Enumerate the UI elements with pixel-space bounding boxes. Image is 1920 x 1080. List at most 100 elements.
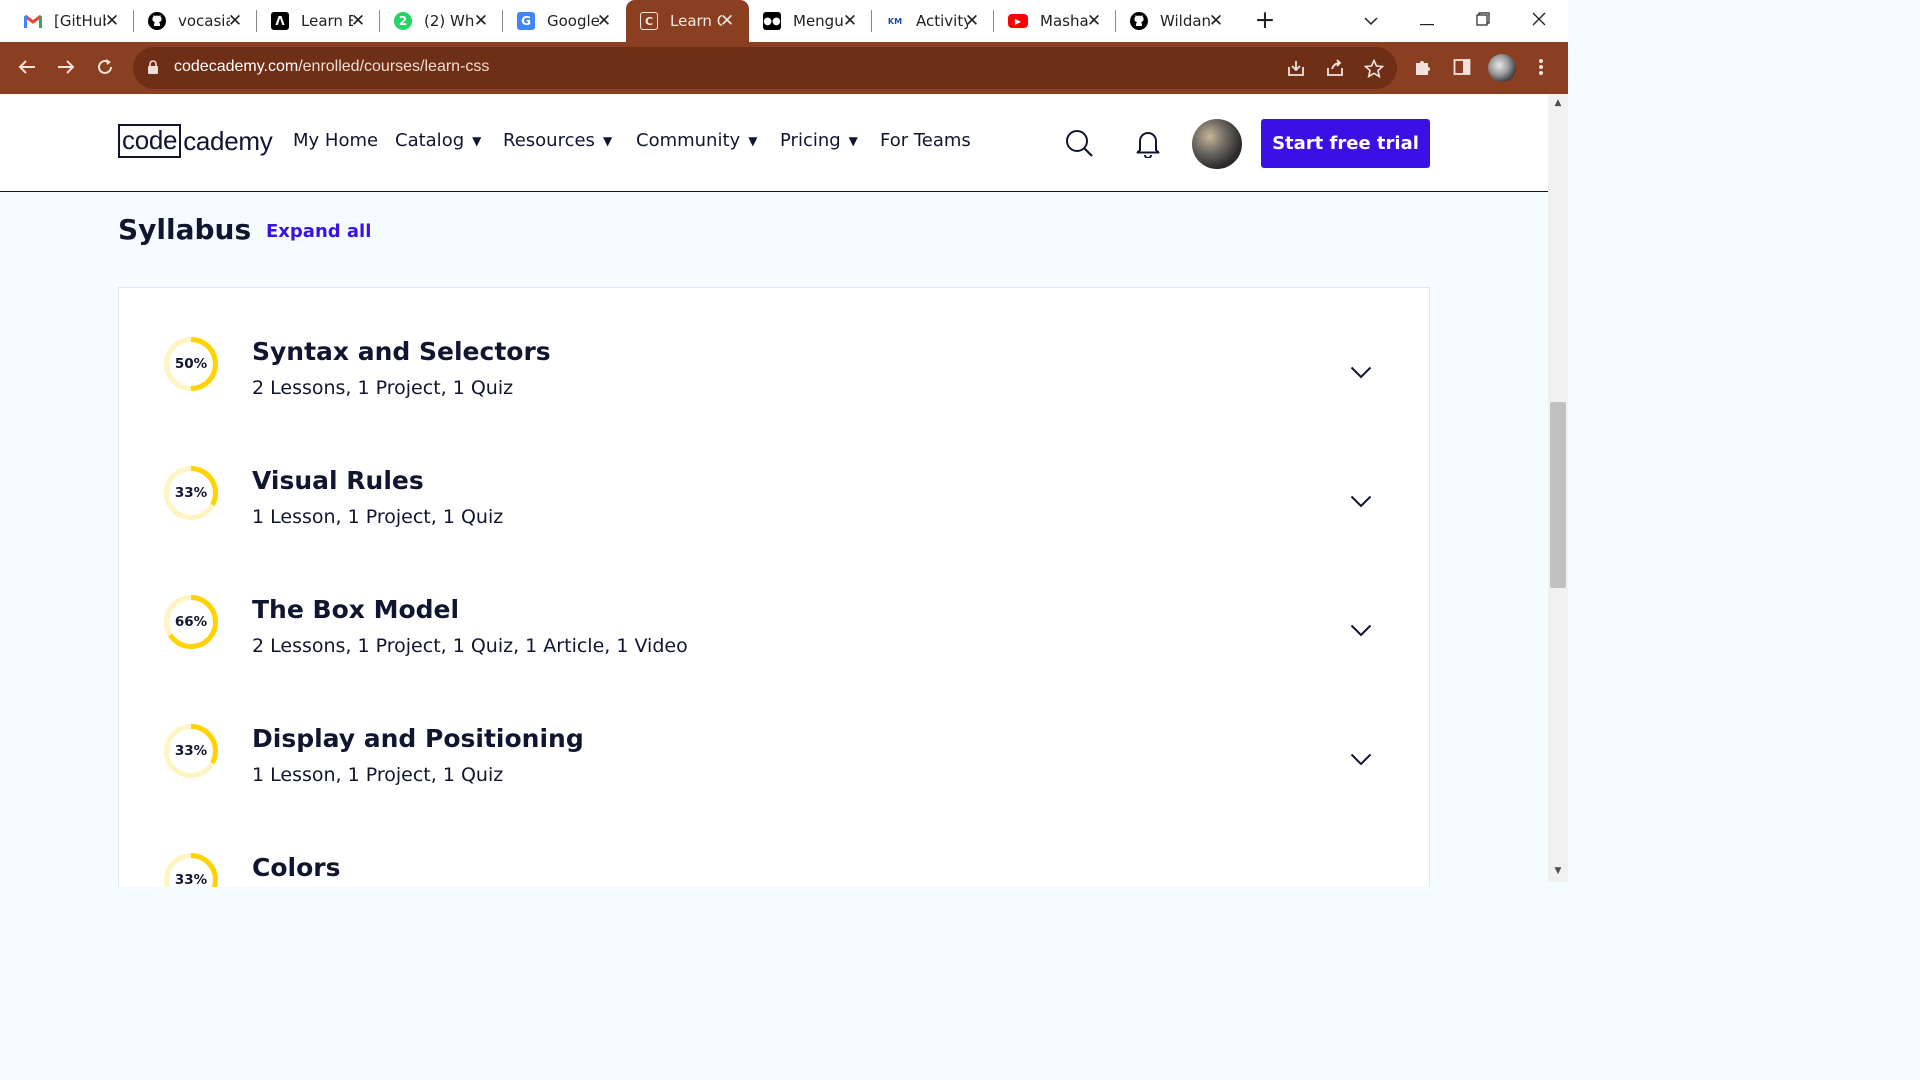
browser-tab-9[interactable]: Wildan ✕ [1116,0,1238,42]
codecademy-logo[interactable]: code cademy [118,124,273,158]
caret-down-icon: ▼ [472,134,482,148]
browser-tab-2[interactable]: Λ Learn E ✕ [257,0,380,42]
install-app-icon[interactable] [1285,57,1307,79]
google-translate-icon: G [517,12,535,30]
progress-label: 66% [174,614,208,630]
browser-tab-4[interactable]: G Google ✕ [503,0,626,42]
syllabus-module[interactable]: 33% Colors [119,844,1429,887]
close-icon[interactable]: ✕ [225,11,245,31]
nav-label: My Home [293,130,379,151]
close-icon[interactable]: ✕ [1206,11,1226,31]
tab-title: Mengu [793,12,844,30]
scroll-up-arrow-icon[interactable]: ▲ [1553,98,1563,108]
url-host: codecademy.com [174,58,299,75]
back-arrow-icon[interactable] [14,54,40,80]
profile-avatar-icon[interactable] [1488,54,1516,82]
browser-tab-8[interactable]: ▶ Masha ✕ [994,0,1116,42]
nav-label: Resources [503,130,595,151]
syllabus-module[interactable]: 50% Syntax and Selectors 2 Lessons, 1 Pr… [119,328,1429,438]
syllabus-card: 50% Syntax and Selectors 2 Lessons, 1 Pr… [118,287,1430,887]
chevron-down-icon[interactable] [1349,618,1373,642]
syllabus-module[interactable]: 33% Visual Rules 1 Lesson, 1 Project, 1 … [119,457,1429,567]
search-icon[interactable] [1064,128,1094,158]
forward-arrow-icon[interactable] [53,54,79,80]
nav-catalog[interactable]: Catalog ▼ [395,130,481,151]
module-title: Syntax and Selectors [252,337,551,366]
kampus-merdeka-icon: KM [887,16,903,26]
progress-ring: 50% [163,336,219,392]
gmail-icon [24,12,42,30]
expand-all-link[interactable]: Expand all [266,221,371,242]
tab-title: (2) Wh [424,12,475,30]
logo-code-box: code [118,124,182,158]
medium-icon: ●● [763,12,781,30]
url-text: codecademy.com/enrolled/courses/learn-cs… [174,58,489,76]
syllabus-module[interactable]: 66% The Box Model 2 Lessons, 1 Project, … [119,586,1429,696]
close-icon[interactable]: ✕ [840,11,860,31]
bookmark-star-icon[interactable] [1363,57,1385,79]
progress-label: 33% [174,743,208,759]
user-avatar[interactable] [1192,119,1242,169]
chevron-down-icon[interactable] [1349,489,1373,513]
whatsapp-icon: 2 [394,12,412,30]
nav-my-home[interactable]: My Home [293,130,378,151]
nav-label: Pricing [780,130,841,151]
nav-resources[interactable]: Resources ▼ [503,130,612,151]
module-summary: 2 Lessons, 1 Project, 1 Quiz, 1 Article,… [252,635,688,657]
caret-down-icon: ▼ [748,134,758,148]
lock-icon [147,60,159,79]
learn-icon: Λ [271,12,289,30]
close-icon[interactable]: ✕ [1084,11,1104,31]
scroll-down-arrow-icon[interactable]: ▼ [1553,866,1563,876]
syllabus-module[interactable]: 33% Display and Positioning 1 Lesson, 1 … [119,715,1429,825]
browser-menu-icon[interactable] [1528,54,1554,80]
browser-toolbar: codecademy.com/enrolled/courses/learn-cs… [0,42,1568,94]
progress-label: 33% [174,485,208,501]
progress-ring: 66% [163,594,219,650]
reload-icon[interactable] [92,54,118,80]
logo-cademy: cademy [183,125,273,156]
syllabus-heading: Syllabus [118,213,252,246]
close-icon[interactable]: ✕ [348,11,368,31]
scroll-thumb[interactable] [1550,402,1566,588]
github-icon [148,12,166,30]
nav-for-teams[interactable]: For Teams [880,130,971,151]
browser-tab-0[interactable]: [GitHub] ✕ [0,0,134,42]
nav-label: Community [636,130,741,151]
browser-tab-1[interactable]: vocasia ✕ [134,0,257,42]
start-free-trial-button[interactable]: Start free trial [1261,119,1430,168]
chevron-down-icon[interactable] [1349,747,1373,771]
tab-search-chevron-icon[interactable] [1357,8,1385,34]
tab-title: [GitHub] [54,12,106,30]
minimize-icon[interactable] [1413,8,1441,34]
browser-tab-6[interactable]: ●● Mengu ✕ [749,0,872,42]
close-icon[interactable]: ✕ [102,11,122,31]
page-scrollbar[interactable]: ▲ ▼ [1548,94,1568,882]
module-title: Visual Rules [252,466,424,495]
module-summary: 1 Lesson, 1 Project, 1 Quiz [252,764,504,786]
codecademy-icon: C [640,12,658,30]
progress-label: 50% [174,356,208,372]
close-icon[interactable]: ✕ [594,11,614,31]
share-icon[interactable] [1324,57,1346,79]
restore-icon[interactable] [1469,8,1497,34]
browser-tab-5[interactable]: C Learn C ✕ [626,0,749,42]
close-icon[interactable]: ✕ [717,11,737,31]
extensions-puzzle-icon[interactable] [1410,54,1436,80]
caret-down-icon: ▼ [848,134,858,148]
nav-pricing[interactable]: Pricing ▼ [780,130,858,151]
tab-title: Google [547,12,599,30]
browser-tab-strip: [GitHub] ✕ vocasia ✕ Λ Learn E ✕ 2 (2) W… [0,0,1568,42]
browser-tab-7[interactable]: KM Activity ✕ [872,0,994,42]
window-close-icon[interactable] [1525,8,1553,34]
chevron-down-icon[interactable] [1349,360,1373,384]
close-icon[interactable]: ✕ [962,11,982,31]
new-tab-plus-icon[interactable]: + [1252,7,1278,34]
browser-tab-3[interactable]: 2 (2) Wh ✕ [380,0,503,42]
close-icon[interactable]: ✕ [471,11,491,31]
address-bar[interactable]: codecademy.com/enrolled/courses/learn-cs… [133,47,1397,89]
notification-bell-icon[interactable] [1134,128,1162,158]
nav-community[interactable]: Community ▼ [636,130,757,151]
progress-ring: 33% [163,852,219,887]
side-panel-icon[interactable] [1449,54,1475,80]
